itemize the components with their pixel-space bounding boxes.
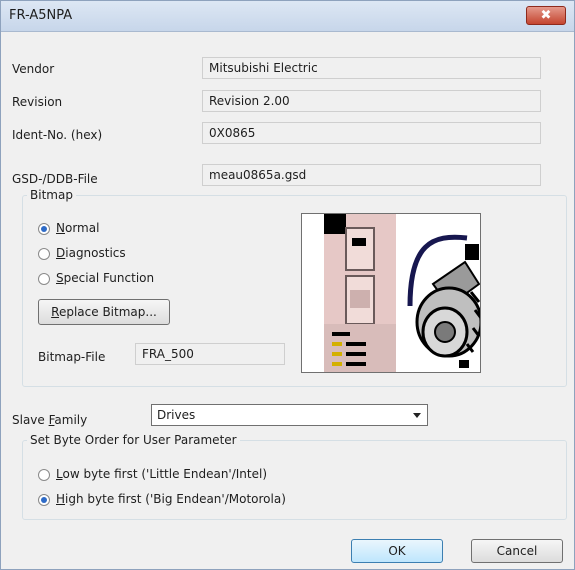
- radio-special-function-label[interactable]: Special Function: [56, 271, 154, 285]
- window-title: FR-A5NPA: [9, 8, 73, 23]
- vendor-label: Vendor: [12, 62, 55, 76]
- slave-family-select[interactable]: Drives: [151, 404, 428, 426]
- slave-family-value: Drives: [157, 408, 196, 422]
- radio-diagnostics-label[interactable]: Diagnostics: [56, 246, 126, 260]
- dialog-window: FR-A5NPA ✖ Vendor Mitsubishi Electric Re…: [0, 0, 575, 570]
- radio-diagnostics[interactable]: [38, 248, 50, 260]
- close-icon: ✖: [540, 8, 552, 23]
- radio-low-byte-first-label[interactable]: Low byte first ('Little Endean'/Intel): [56, 467, 267, 481]
- bitmap-preview: [301, 213, 483, 373]
- cancel-button[interactable]: Cancel: [471, 539, 563, 563]
- radio-high-byte-first-label[interactable]: High byte first ('Big Endean'/Motorola): [56, 492, 286, 506]
- radio-normal[interactable]: [38, 223, 50, 235]
- radio-high-byte-first[interactable]: [38, 494, 50, 506]
- gsd-file-field: meau0865a.gsd: [202, 164, 541, 186]
- close-button[interactable]: ✖: [526, 6, 566, 25]
- revision-label: Revision: [12, 95, 63, 109]
- inverter-and-motor-bitmap-icon: [324, 214, 483, 372]
- radio-low-byte-first[interactable]: [38, 469, 50, 481]
- chevron-down-icon: [413, 413, 421, 418]
- ident-no-field: 0X0865: [202, 122, 541, 144]
- byte-order-group-title: Set Byte Order for User Parameter: [30, 433, 237, 447]
- replace-bitmap-button[interactable]: Replace Bitmap...: [38, 299, 170, 325]
- radio-normal-label[interactable]: Normal: [56, 221, 99, 235]
- revision-field: Revision 2.00: [202, 90, 541, 112]
- bitmap-file-field: FRA_500: [135, 343, 285, 365]
- slave-family-label: Slave Family: [12, 413, 88, 427]
- gsd-file-label: GSD-/DDB-File: [12, 172, 98, 186]
- title-bar: FR-A5NPA ✖: [1, 1, 574, 32]
- radio-special-function[interactable]: [38, 273, 50, 285]
- bitmap-group-title: Bitmap: [30, 188, 73, 202]
- vendor-field: Mitsubishi Electric: [202, 57, 541, 79]
- ident-no-label: Ident-No. (hex): [12, 128, 103, 142]
- bitmap-file-label: Bitmap-File: [38, 350, 106, 364]
- ok-button[interactable]: OK: [351, 539, 443, 563]
